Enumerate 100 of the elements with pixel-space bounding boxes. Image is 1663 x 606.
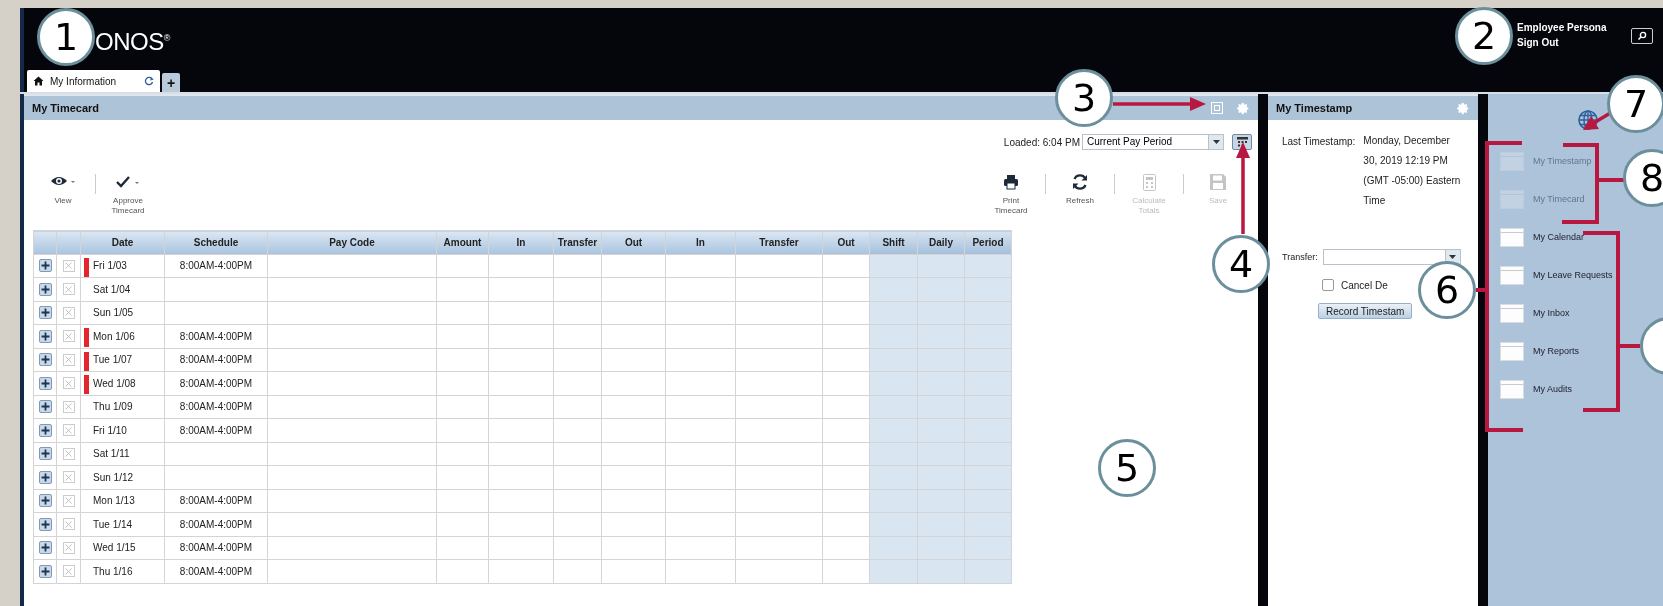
table-cell: 8:00AM-4:00PM xyxy=(179,377,253,389)
plus-icon xyxy=(40,355,50,365)
refresh-icon xyxy=(1071,173,1089,191)
column-header[interactable]: Schedule xyxy=(164,230,268,254)
column-header[interactable]: Transfer xyxy=(735,230,823,254)
sidebar-item[interactable]: My Calendar xyxy=(1500,218,1585,256)
close-icon xyxy=(65,450,72,458)
sidebar-item[interactable]: My Audits xyxy=(1500,370,1572,408)
column-header[interactable]: Pay Code xyxy=(267,230,437,254)
approve-button[interactable]: Approve Timecard xyxy=(104,168,152,216)
table-cell: Wed 1/15 xyxy=(93,542,136,554)
column-header[interactable]: In xyxy=(488,230,554,254)
column-header[interactable]: Out xyxy=(822,230,870,254)
column-header[interactable]: Date xyxy=(80,230,165,254)
add-row-button[interactable] xyxy=(38,329,52,343)
delete-row-button[interactable] xyxy=(62,518,75,531)
delete-row-button[interactable] xyxy=(62,377,75,390)
delete-row-button[interactable] xyxy=(62,541,75,554)
close-icon xyxy=(65,403,72,411)
table-cell: Sun 1/05 xyxy=(93,307,134,319)
calendar-button[interactable] xyxy=(1232,134,1252,150)
close-icon xyxy=(65,520,72,528)
table-cell: 8:00AM-4:00PM xyxy=(179,542,253,554)
add-row-button[interactable] xyxy=(38,517,52,531)
settings-icon[interactable] xyxy=(1237,101,1250,115)
close-icon xyxy=(65,497,72,505)
table-cell: 8:00AM-4:00PM xyxy=(179,424,253,436)
column-header[interactable]: Amount xyxy=(436,230,489,254)
add-row-button[interactable] xyxy=(38,400,52,414)
maximize-icon[interactable] xyxy=(1211,102,1223,114)
plus-icon xyxy=(40,566,50,576)
plus-icon xyxy=(40,402,50,412)
table-cell: Tue 1/07 xyxy=(93,354,133,366)
close-icon xyxy=(65,356,72,364)
column-header[interactable]: In xyxy=(665,230,736,254)
window-icon xyxy=(1500,379,1524,399)
record-timestamp-button[interactable]: Record Timestam xyxy=(1318,303,1413,319)
close-icon xyxy=(65,262,72,270)
delete-row-button[interactable] xyxy=(62,259,75,272)
add-row-button[interactable] xyxy=(38,541,52,555)
settings-icon[interactable] xyxy=(1457,101,1470,115)
close-icon xyxy=(65,285,72,293)
delete-row-button[interactable] xyxy=(62,471,75,484)
column-header[interactable]: Daily xyxy=(917,230,965,254)
checkbox[interactable] xyxy=(1322,279,1334,291)
tab[interactable]: My Information xyxy=(27,70,160,92)
search-button[interactable] xyxy=(1631,28,1653,44)
print-button[interactable]: Print Timecard xyxy=(987,168,1035,216)
close-icon xyxy=(65,473,72,481)
delete-row-button[interactable] xyxy=(62,494,75,507)
sidebar-item[interactable]: My Leave Requests xyxy=(1500,256,1613,294)
delete-row-button[interactable] xyxy=(62,353,75,366)
delete-row-button[interactable] xyxy=(62,565,75,578)
add-row-button[interactable] xyxy=(38,353,52,367)
add-row-button[interactable] xyxy=(38,282,52,296)
delete-row-button[interactable] xyxy=(62,306,75,319)
add-row-button[interactable] xyxy=(38,376,52,390)
table-cell: 8:00AM-4:00PM xyxy=(179,495,253,507)
table-cell: Fri 1/10 xyxy=(93,424,127,436)
add-row-button[interactable] xyxy=(38,564,52,578)
delete-row-button[interactable] xyxy=(62,447,75,460)
delete-row-button[interactable] xyxy=(62,330,75,343)
table-cell: Mon 1/06 xyxy=(93,330,135,342)
checkbox-label: Cancel De xyxy=(1341,279,1388,291)
column-header[interactable]: Out xyxy=(601,230,666,254)
add-row-button[interactable] xyxy=(38,447,52,461)
table-cell: Tue 1/14 xyxy=(93,518,133,530)
column-header[interactable]: Period xyxy=(964,230,1012,254)
column-header[interactable]: Shift xyxy=(869,230,918,254)
refresh-button[interactable]: Refresh xyxy=(1056,168,1104,206)
column-header[interactable]: Transfer xyxy=(553,230,602,254)
add-row-button[interactable] xyxy=(38,423,52,437)
close-icon xyxy=(65,332,72,340)
sidebar-item[interactable]: My Reports xyxy=(1500,332,1579,370)
refresh-icon[interactable] xyxy=(144,76,154,86)
add-row-button[interactable] xyxy=(38,306,52,320)
delete-row-button[interactable] xyxy=(62,424,75,437)
field-label: Last Timestamp: xyxy=(1282,136,1356,149)
add-row-button[interactable] xyxy=(38,259,52,273)
printer-icon xyxy=(1003,174,1019,190)
delete-row-button[interactable] xyxy=(62,400,75,413)
field-label: Transfer: xyxy=(1282,252,1318,262)
table-cell: Sat 1/04 xyxy=(93,283,131,295)
transfer-dropdown[interactable] xyxy=(1322,249,1461,265)
plus-icon xyxy=(40,425,50,435)
pay-period-dropdown[interactable]: Current Pay Period xyxy=(1082,134,1224,150)
sidebar-item[interactable]: My Inbox xyxy=(1500,294,1570,332)
user-name: Employee Persona xyxy=(1517,21,1608,35)
plus-icon xyxy=(40,543,50,553)
table-cell: 8:00AM-4:00PM xyxy=(179,565,253,577)
caret-icon xyxy=(1449,255,1457,259)
sign-out-link[interactable]: Sign Out xyxy=(1517,35,1625,50)
add-row-button[interactable] xyxy=(38,470,52,484)
globe-icon[interactable] xyxy=(1578,110,1598,130)
add-row-button[interactable] xyxy=(38,494,52,508)
add-tab-button[interactable]: + xyxy=(162,73,180,92)
delete-row-button[interactable] xyxy=(62,283,75,296)
table-cell: 8:00AM-4:00PM xyxy=(179,518,253,530)
view-button[interactable]: View xyxy=(39,168,87,206)
close-icon xyxy=(65,426,72,434)
